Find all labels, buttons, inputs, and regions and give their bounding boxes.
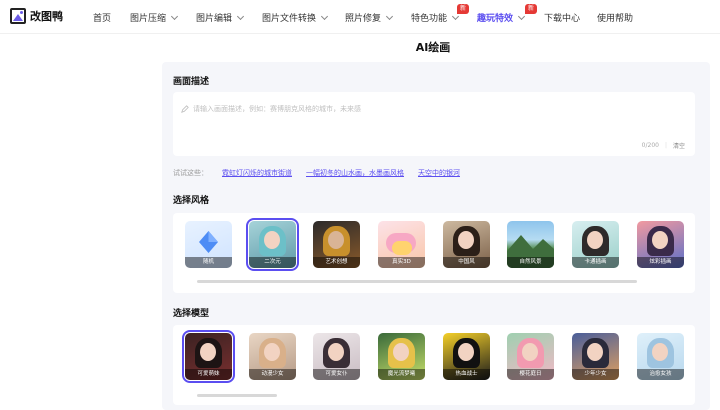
card-label: 中国风 <box>443 257 490 268</box>
chevron-down-icon <box>517 12 526 20</box>
nav-item-fun-effects[interactable]: 趣玩特效 <box>477 11 526 24</box>
model-card[interactable]: 动漫少女 <box>249 333 296 380</box>
style-card-nature[interactable]: 自然风景 <box>507 221 554 268</box>
char-counter: 0/200 <box>641 142 659 149</box>
style-card-random[interactable]: 随机 <box>185 221 232 268</box>
card-label: 真实3D <box>378 257 425 268</box>
prompt-section-title: 画面描述 <box>173 77 210 87</box>
try-link[interactable]: 天空中的银河 <box>418 168 460 178</box>
pencil-icon <box>181 105 189 113</box>
style-card-anime[interactable]: 二次元 <box>246 218 299 271</box>
card-label: 随机 <box>185 257 232 268</box>
style-card-strip: 随机 二次元 艺术创想 真实3D 中国风 自然风景 卡通插画 炫彩插画 <box>173 213 695 293</box>
nav-label: 图片压缩 <box>130 14 167 24</box>
page-title: AI绘画 <box>415 41 451 54</box>
nav-item-download[interactable]: 下载中心 <box>544 11 580 24</box>
ai-painting-panel: 画面描述 请输入画面描述，例如：赛博朋克风格的城市，未来感 0/200 | 清空… <box>162 62 710 410</box>
new-badge: 新 <box>525 4 538 14</box>
model-section-title: 选择模型 <box>173 309 210 319</box>
prompt-placeholder: 请输入画面描述，例如：赛博朋克风格的城市，未来感 <box>181 104 361 114</box>
chevron-down-icon <box>170 12 179 20</box>
card-label: 炫彩插画 <box>637 257 684 268</box>
logo-icon <box>10 8 26 24</box>
nav-label: 特色功能 <box>411 14 448 24</box>
nav-item-edit[interactable]: 图片编辑 <box>196 11 245 24</box>
card-label: 可爱萌妹 <box>185 369 232 380</box>
model-card[interactable]: 可爱萌妹 <box>182 330 235 383</box>
chevron-down-icon <box>385 12 394 20</box>
card-label: 少年少女 <box>572 369 619 380</box>
model-card[interactable]: 魔光流梦曦 <box>378 333 425 380</box>
style-card-cartoon[interactable]: 卡通插画 <box>572 221 619 268</box>
logo-text: 改图鸭 <box>30 10 63 23</box>
style-card-3d[interactable]: 真实3D <box>378 221 425 268</box>
card-label: 艺术创想 <box>313 257 360 268</box>
style-card-art[interactable]: 艺术创想 <box>313 221 360 268</box>
nav-label: 首页 <box>93 14 112 24</box>
card-label: 治愈女孩 <box>637 369 684 380</box>
new-badge: 新 <box>457 4 470 14</box>
model-card[interactable]: 可爱女仆 <box>313 333 360 380</box>
style-card-colorful[interactable]: 炫彩插画 <box>637 221 684 268</box>
horizontal-scrollbar[interactable] <box>197 280 637 283</box>
nav-item-help[interactable]: 使用帮助 <box>597 11 633 24</box>
card-label: 可爱女仆 <box>313 369 360 380</box>
nav-label: 照片修复 <box>345 14 382 24</box>
try-link[interactable]: 霓虹灯闪烁的城市街道 <box>222 168 292 178</box>
horizontal-scrollbar[interactable] <box>197 394 277 397</box>
separator: | <box>664 142 667 149</box>
model-card[interactable]: 治愈女孩 <box>637 333 684 380</box>
style-card-chinese[interactable]: 中国风 <box>443 221 490 268</box>
prompt-input[interactable]: 请输入画面描述，例如：赛博朋克风格的城市，未来感 0/200 | 清空 <box>173 92 695 156</box>
chevron-down-icon <box>320 12 329 20</box>
chevron-down-icon <box>236 12 245 20</box>
logo[interactable]: 改图鸭 <box>10 8 63 24</box>
try-label: 试试这些： <box>173 169 208 177</box>
nav-label: 图片文件转换 <box>262 14 317 24</box>
placeholder-text: 请输入画面描述，例如：赛博朋克风格的城市，未来感 <box>193 105 361 113</box>
card-label: 樱花庭日 <box>507 369 554 380</box>
model-card[interactable]: 少年少女 <box>572 333 619 380</box>
nav-label: 图片编辑 <box>196 14 233 24</box>
top-nav: 改图鸭 首页 图片压缩 图片编辑 图片文件转换 照片修复 特色功能 新 趣玩特效… <box>0 0 720 34</box>
nav-label: 趣玩特效 <box>477 14 514 24</box>
clear-button[interactable]: 清空 <box>673 141 685 150</box>
nav-label: 使用帮助 <box>597 14 634 24</box>
card-label: 自然风景 <box>507 257 554 268</box>
style-section-title: 选择风格 <box>173 196 210 206</box>
model-card[interactable]: 热血战士 <box>443 333 490 380</box>
nav-item-home[interactable]: 首页 <box>93 11 111 24</box>
try-suggestions: 试试这些： 霓虹灯闪烁的城市街道 一幅初冬的山水画，水墨画风格 天空中的银河 <box>173 168 460 178</box>
model-card-strip: 可爱萌妹 动漫少女 可爱女仆 魔光流梦曦 热血战士 樱花庭日 少年少女 治愈女孩 <box>173 325 695 405</box>
model-card[interactable]: 樱花庭日 <box>507 333 554 380</box>
card-label: 魔光流梦曦 <box>378 369 425 380</box>
prompt-footer: 0/200 | 清空 <box>642 141 685 150</box>
card-label: 卡通插画 <box>572 257 619 268</box>
card-label: 热血战士 <box>443 369 490 380</box>
nav-item-convert[interactable]: 图片文件转换 <box>262 11 329 24</box>
nav-item-compress[interactable]: 图片压缩 <box>130 11 179 24</box>
nav-item-features[interactable]: 特色功能 <box>411 11 460 24</box>
card-label: 动漫少女 <box>249 369 296 380</box>
nav-item-repair[interactable]: 照片修复 <box>345 11 394 24</box>
try-link[interactable]: 一幅初冬的山水画，水墨画风格 <box>306 168 404 178</box>
card-label: 二次元 <box>249 257 296 268</box>
nav-label: 下载中心 <box>544 14 581 24</box>
